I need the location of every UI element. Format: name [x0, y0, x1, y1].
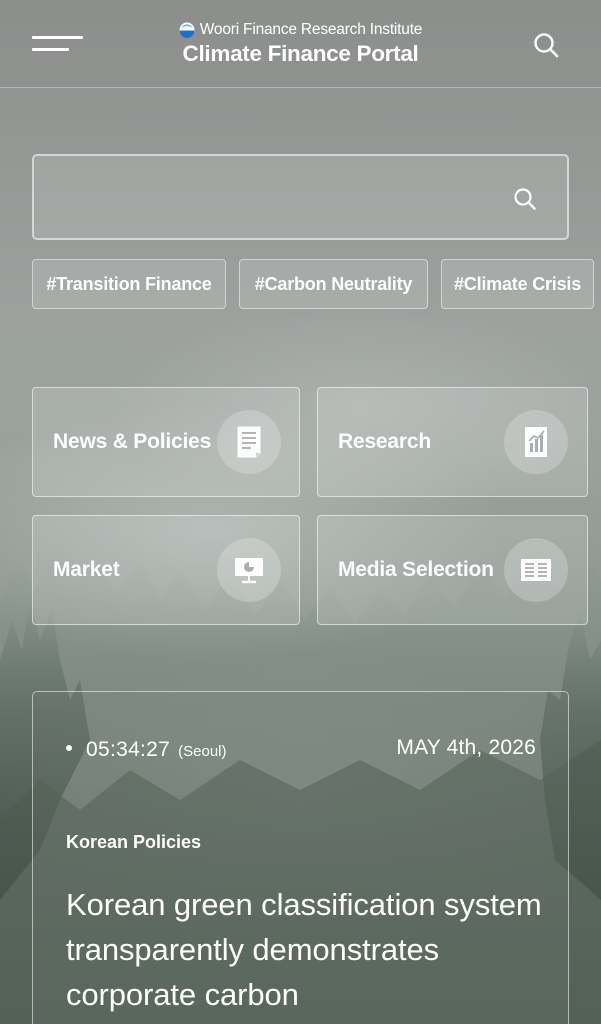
category-research[interactable]: Research: [317, 387, 588, 497]
news-category: Korean Policies: [66, 832, 202, 852]
news-headline[interactable]: Korean green classification system trans…: [66, 882, 546, 1017]
bullet-dot-icon: [66, 745, 72, 751]
search-field: [32, 154, 569, 240]
presentation-board-icon: [217, 538, 281, 602]
chart-report-icon: [504, 410, 568, 474]
clock-time: 05:34:27: [86, 738, 171, 761]
category-news-policies[interactable]: News & Policies: [32, 387, 300, 497]
category-label: Market: [53, 558, 120, 581]
news-panel: 05:34:27 (Seoul) MAY 4th, 2026 Korean Po…: [32, 691, 569, 1024]
seoul-clock: 05:34:27 (Seoul): [66, 738, 227, 762]
search-icon[interactable]: [532, 31, 560, 59]
search-input[interactable]: [50, 156, 510, 238]
search-submit-icon[interactable]: [512, 186, 538, 212]
newspaper-icon: [504, 538, 568, 602]
category-market[interactable]: Market: [32, 515, 300, 625]
category-media-selection[interactable]: Media Selection: [317, 515, 588, 625]
current-date: MAY 4th, 2026: [396, 736, 536, 759]
woori-logo-icon: [179, 22, 195, 38]
category-label: Research: [338, 430, 431, 453]
top-header: Woori Finance Research Institute Climate…: [0, 0, 601, 88]
portal-title: Climate Finance Portal: [182, 41, 419, 66]
category-label: News & Policies: [53, 430, 212, 453]
clock-city: (Seoul): [178, 743, 227, 760]
brand-logo-link[interactable]: Woori Finance Research Institute Climate…: [0, 20, 601, 67]
tag-carbon-neutrality[interactable]: #Carbon Neutrality: [239, 259, 428, 309]
document-icon: [217, 410, 281, 474]
category-label: Media Selection: [338, 558, 494, 581]
tag-transition-finance[interactable]: #Transition Finance: [32, 259, 226, 309]
institute-name: Woori Finance Research Institute: [199, 21, 423, 38]
tag-climate-crisis[interactable]: #Climate Crisis: [441, 259, 594, 309]
